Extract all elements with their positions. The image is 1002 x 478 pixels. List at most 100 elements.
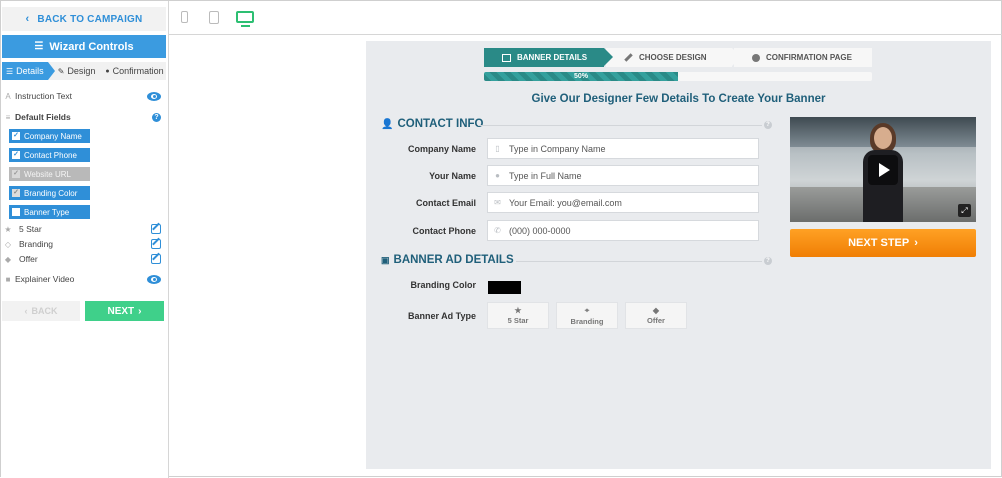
tab-confirmation[interactable]: ● Confirmation: [101, 62, 169, 80]
banner-option-label: Branding: [19, 239, 54, 249]
explainer-video-label: Explainer Video: [15, 274, 75, 284]
help-icon[interactable]: ?: [152, 112, 161, 122]
next-step-label: NEXT STEP: [848, 237, 910, 249]
chevron-left-icon: ‹: [25, 13, 30, 25]
progress-label: 50%: [573, 73, 588, 80]
help-icon[interactable]: ?: [764, 121, 772, 129]
divider: [516, 261, 762, 262]
field-toggle-company-name[interactable]: ✓ Company Name: [9, 129, 90, 143]
next-button-label: NEXT: [107, 305, 135, 317]
tab-design-label: Design: [67, 66, 96, 76]
field-toggle-label: Contact Phone: [24, 150, 77, 160]
explainer-video-row: ■ Explainer Video: [1, 272, 167, 286]
field-toggle-contact-phone[interactable]: ✓ Contact Phone: [9, 148, 90, 162]
your-name-label: Your Name: [429, 171, 476, 181]
checkbox-icon: ✓: [12, 189, 20, 197]
tag-icon: ◆: [4, 254, 12, 264]
banner-option-branding: ◇ Branding: [1, 237, 167, 251]
contact-info-title: 👤 CONTACT INFO: [381, 117, 483, 131]
field-toggle-branding-color[interactable]: ✓ Branding Color: [9, 186, 90, 200]
divider: [478, 125, 762, 126]
tablet-preview-icon[interactable]: [209, 11, 219, 24]
instruction-text-row: A Instruction Text: [1, 89, 167, 103]
ad-type-branding[interactable]: ⌖ Branding: [556, 302, 618, 329]
tag-icon: ◆: [652, 306, 660, 315]
desktop-preview-icon[interactable]: [236, 11, 254, 27]
company-name-label: Company Name: [407, 144, 476, 154]
banner-ad-details-title: ▣ BANNER AD DETAILS: [381, 253, 514, 267]
checkbox-icon: ✓: [12, 132, 20, 140]
step-choose-design[interactable]: CHOOSE DESIGN: [604, 48, 741, 67]
edit-icon[interactable]: [151, 239, 161, 249]
back-button[interactable]: ‹ BACK: [2, 301, 80, 321]
chevron-right-icon: ›: [138, 305, 142, 317]
ad-type-label: Offer: [647, 316, 665, 325]
briefcase-icon: ▣: [381, 254, 390, 265]
wizard-controls-title: Wizard Controls: [49, 40, 134, 53]
sliders-icon: ☰: [34, 41, 44, 52]
explainer-video[interactable]: ⤢: [790, 117, 976, 222]
banner-option-label: 5 Star: [19, 224, 42, 234]
eye-icon[interactable]: [147, 91, 161, 101]
help-icon[interactable]: ?: [764, 257, 772, 265]
video-presenter: [874, 127, 892, 149]
checkbox-icon: [12, 208, 20, 216]
device-preview-bar: [169, 1, 1002, 35]
progress-bar: 50%: [484, 72, 872, 81]
checkbox-icon: ✓: [12, 170, 20, 178]
phone-icon: ✆: [494, 226, 501, 235]
contact-phone-input[interactable]: ✆ (000) 000-0000: [487, 220, 759, 241]
ad-type-offer[interactable]: ◆ Offer: [625, 302, 687, 329]
play-icon[interactable]: [868, 155, 898, 185]
field-toggle-website-url[interactable]: ✓ Website URL: [9, 167, 90, 181]
crosshair-icon: ⌖: [584, 305, 590, 315]
step-label: CONFIRMATION PAGE: [766, 53, 852, 62]
step-banner-details[interactable]: BANNER DETAILS: [484, 48, 613, 67]
building-icon: ▯: [495, 144, 500, 153]
banner-option-label: Offer: [19, 254, 38, 264]
circle-icon: ●: [105, 67, 110, 75]
mobile-preview-icon[interactable]: [181, 11, 188, 23]
contact-phone-placeholder: (000) 000-0000: [509, 225, 571, 236]
step-confirmation-page[interactable]: CONFIRMATION PAGE: [732, 48, 872, 67]
contact-email-input[interactable]: ✉ Your Email: you@email.com: [487, 192, 759, 213]
company-name-input[interactable]: ▯ Type in Company Name: [487, 138, 759, 159]
banner-option-offer: ◆ Offer: [1, 252, 167, 266]
banner-option-5-star: ★ 5 Star: [1, 222, 167, 236]
branding-color-label: Branding Color: [410, 280, 477, 290]
envelope-icon: ✉: [494, 198, 501, 207]
chevron-right-icon: ›: [914, 237, 918, 249]
field-toggle-banner-type[interactable]: Banner Type: [9, 205, 90, 219]
field-toggle-label: Website URL: [24, 169, 71, 179]
back-to-campaign-button[interactable]: ‹ BACK TO CAMPAIGN: [2, 7, 166, 31]
tab-details[interactable]: ☰ Details: [2, 62, 55, 80]
next-step-button[interactable]: NEXT STEP ›: [790, 229, 976, 257]
your-name-input[interactable]: ● Type in Full Name: [487, 165, 759, 186]
back-to-campaign-label: BACK TO CAMPAIGN: [37, 13, 143, 25]
video-camera-icon: ■: [5, 274, 11, 284]
fullscreen-icon[interactable]: ⤢: [958, 204, 971, 217]
checkbox-icon: ✓: [12, 151, 20, 159]
list-icon: ☰: [6, 66, 14, 76]
user-icon: ●: [495, 171, 500, 180]
field-toggle-label: Company Name: [24, 131, 82, 141]
wizard-controls-header: ☰ Wizard Controls: [2, 35, 166, 58]
step-indicator: BANNER DETAILS CHOOSE DESIGN CONFIRMATIO…: [484, 48, 872, 67]
star-icon: ★: [4, 224, 12, 234]
edit-icon[interactable]: [151, 254, 161, 264]
table-icon: [502, 53, 511, 62]
step-label: CHOOSE DESIGN: [639, 53, 707, 62]
star-icon: ★: [514, 306, 522, 315]
tab-design[interactable]: ✎ Design: [48, 62, 102, 80]
ad-type-5-star[interactable]: ★ 5 Star: [487, 302, 549, 329]
sidebar-tabs: ☰ Details ✎ Design ● Confirmation: [2, 62, 166, 80]
edit-icon[interactable]: [151, 224, 161, 234]
next-button[interactable]: NEXT ›: [85, 301, 164, 321]
ad-type-label: 5 Star: [507, 316, 529, 325]
branding-color-swatch[interactable]: [488, 281, 521, 294]
brush-icon: [624, 53, 633, 62]
company-name-placeholder: Type in Company Name: [509, 143, 606, 154]
step-label: BANNER DETAILS: [517, 53, 588, 62]
eye-icon[interactable]: [147, 274, 161, 284]
field-toggle-label: Banner Type: [24, 207, 70, 217]
